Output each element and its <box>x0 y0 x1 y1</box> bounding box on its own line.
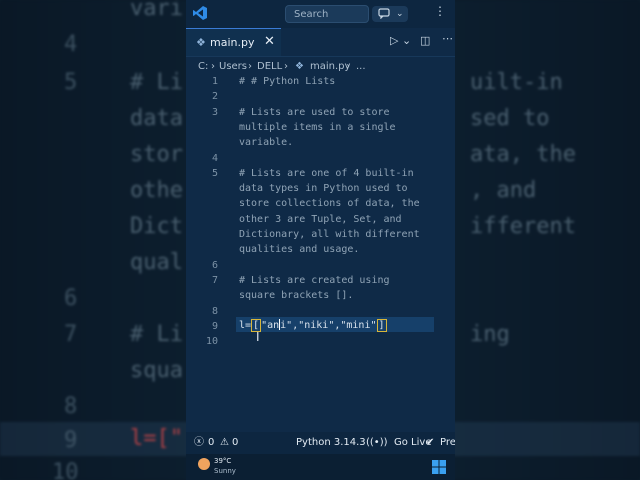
string-token: "mini" <box>340 320 377 331</box>
bg-text: data <box>130 106 183 131</box>
bracket-close: ] <box>376 319 387 332</box>
warning-count[interactable]: 0 <box>232 432 238 454</box>
code-comment-line[interactable]: multiple items in a single <box>239 122 396 133</box>
more-actions-icon[interactable]: ⋮ <box>434 4 446 18</box>
close-icon[interactable]: ✕ <box>264 34 275 49</box>
bg-text: stor <box>130 142 183 167</box>
line-number: 7 <box>211 274 218 286</box>
bg-text: ing <box>470 322 510 347</box>
bg-text: qual <box>130 250 183 275</box>
line-number: 4 <box>211 152 218 164</box>
bg-code-fragment: l=[" <box>130 426 183 451</box>
bg-text: ifferent <box>470 214 576 239</box>
python-file-icon: ❖ <box>196 36 206 49</box>
code-comment-line[interactable]: data types in Python used to <box>239 183 408 194</box>
prettier-button[interactable]: Pre <box>440 432 455 454</box>
code-comment-line[interactable]: # Lists are one of 4 built-in <box>239 168 414 179</box>
editor-window: Search ⌄ ⋮ ❖ main.py ✕ ▷ ⌄ ◫ ⋯ C: › User… <box>186 0 455 480</box>
code-comment-line[interactable]: # # Python Lists <box>239 76 335 87</box>
bg-line-number: 9 <box>64 428 78 453</box>
code-token: l= <box>239 320 252 331</box>
weather-condition[interactable]: Sunny <box>214 467 236 475</box>
warning-icon[interactable]: ⚠ <box>220 432 229 454</box>
bg-text: ata, the <box>470 142 576 167</box>
bg-line-number: 5 <box>64 70 78 95</box>
line-number: 5 <box>211 167 218 179</box>
windows-start-icon[interactable] <box>432 460 446 474</box>
bg-text: , and <box>470 178 537 203</box>
mouse-ibeam-icon: I <box>256 330 260 344</box>
more-actions-icon[interactable]: ⋯ <box>442 32 453 45</box>
code-comment-line[interactable]: # Lists are created using <box>239 275 390 286</box>
bg-text: # Li <box>130 70 183 95</box>
bg-text: othe <box>130 178 183 203</box>
bg-text: Dict <box>130 214 183 239</box>
code-comment-line[interactable]: other 3 are Tuple, Set, and <box>239 214 402 225</box>
weather-sun-icon[interactable] <box>198 458 210 470</box>
search-placeholder: Search <box>294 9 329 20</box>
bg-text: squa <box>130 358 183 383</box>
line-number: 1 <box>211 76 218 87</box>
string-token: "niki" <box>298 320 335 331</box>
run-icon[interactable]: ▷ ⌄ <box>390 34 411 47</box>
error-count[interactable]: 0 <box>208 432 214 454</box>
line-number: 9 <box>211 320 218 332</box>
code-comment-line[interactable]: variable. <box>239 137 293 148</box>
taskbar: 39°C Sunny <box>186 454 455 480</box>
bg-line-number: 8 <box>64 394 78 419</box>
bg-text: sed to <box>470 106 550 131</box>
status-bar: ⓧ 0 ⚠ 0 Python 3.14.3 ((•)) Go Live ✔ Pr… <box>186 432 455 454</box>
broadcast-icon: ((•)) <box>366 437 388 448</box>
search-input[interactable]: Search <box>285 5 369 23</box>
tab-label: main.py <box>210 36 255 49</box>
bg-line-number: 7 <box>64 322 78 347</box>
tab-bar: ❖ main.py ✕ ▷ ⌄ ◫ ⋯ <box>186 28 455 57</box>
code-comment-line[interactable]: # Lists are used to store <box>239 107 390 118</box>
prettier-check-icon: ✔ <box>426 437 435 448</box>
language-indicator[interactable]: Python 3.14.3 <box>296 432 366 454</box>
temperature[interactable]: 39°C <box>214 457 231 465</box>
code-comment-line[interactable]: Dictionary, all with different <box>239 229 420 240</box>
line-number: 10 <box>205 336 218 348</box>
bg-line-number: 4 <box>64 32 78 57</box>
code-editor[interactable]: 1 # # Python Lists 2 3 # Lists are used to s… <box>186 72 455 432</box>
split-editor-icon[interactable]: ◫ <box>420 34 430 47</box>
bg-line-number: 6 <box>64 286 78 311</box>
code-comment-line[interactable]: store collections of data, the <box>239 198 420 209</box>
chat-button[interactable]: ⌄ <box>372 6 408 22</box>
line-number: 3 <box>211 106 218 118</box>
string-token: "an <box>261 320 280 331</box>
bg-text: # Li <box>130 322 183 347</box>
string-token: i" <box>280 320 293 331</box>
line-number: 2 <box>211 91 218 103</box>
code-comment-line[interactable]: square brackets []. <box>239 290 353 301</box>
error-icon[interactable]: ⓧ <box>194 432 204 454</box>
title-bar: Search ⌄ ⋮ <box>186 0 455 28</box>
code-comment-line[interactable]: qualities and usage. <box>239 244 359 255</box>
chevron-down-icon[interactable]: ⌄ <box>396 6 404 22</box>
bg-text: uilt-in <box>470 70 563 95</box>
tab-main-py[interactable]: ❖ main.py ✕ <box>186 28 281 56</box>
vscode-logo-icon <box>193 6 207 20</box>
chat-icon <box>378 8 390 25</box>
code-line-9[interactable]: l=["ani","niki","mini"] <box>239 319 387 332</box>
bg-text: vari <box>130 0 183 21</box>
line-number: 8 <box>211 305 218 317</box>
line-number: 6 <box>211 259 218 271</box>
bg-line-number: 10 <box>52 460 79 480</box>
